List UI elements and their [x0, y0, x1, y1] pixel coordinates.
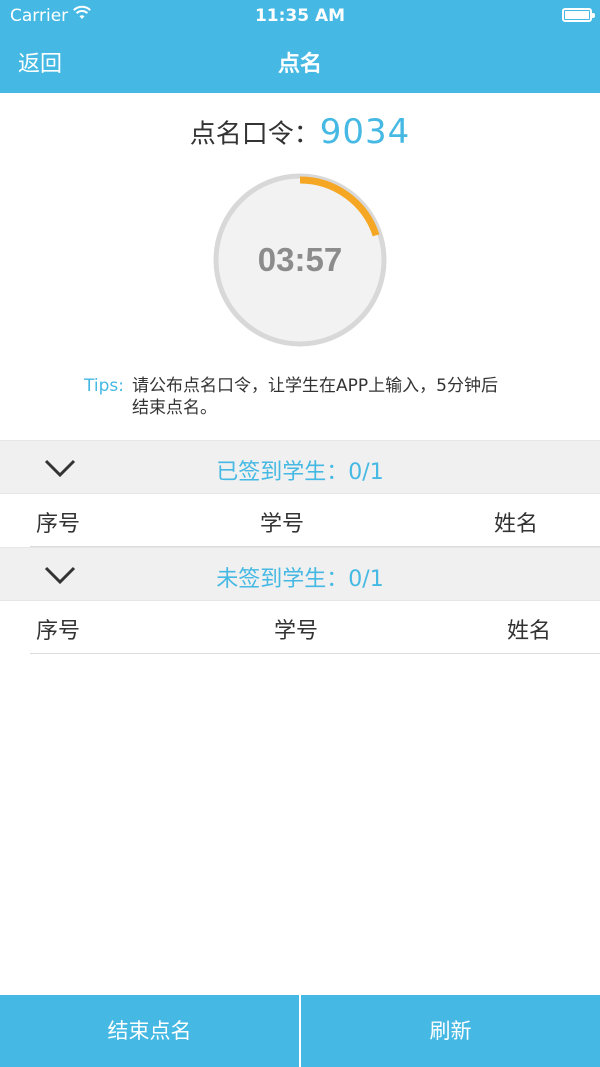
status-bar: Carrier 11:35 AM — [0, 0, 600, 32]
rollcall-code-line: 点名口令：9034 — [0, 112, 600, 152]
tips-text: 请公布点名口令，让学生在APP上输入，5分钟后结束点名。 — [132, 376, 498, 418]
column-student-id: 学号 — [260, 512, 305, 537]
timer-display: 03:57 — [257, 241, 343, 278]
tips-label: Tips: — [84, 376, 124, 396]
back-button[interactable]: 返回 — [18, 46, 62, 78]
signed-columns-header: 序号 学号 姓名 — [30, 494, 600, 547]
end-rollcall-button[interactable]: 结束点名 — [0, 995, 299, 1067]
rollcall-code-value: 9034 — [319, 112, 411, 152]
unsigned-columns-header: 序号 学号 姓名 — [30, 601, 600, 654]
unsigned-section-title: 未签到学生：0/1 — [216, 567, 384, 592]
rollcall-code-label: 点名口令： — [189, 119, 320, 150]
status-time: 11:35 AM — [254, 6, 346, 26]
chevron-down-icon — [44, 459, 76, 478]
page-title: 点名 — [277, 52, 322, 77]
chevron-down-icon — [44, 566, 76, 585]
column-student-id: 学号 — [274, 619, 319, 644]
column-name: 姓名 — [494, 512, 539, 537]
refresh-button[interactable]: 刷新 — [301, 995, 600, 1067]
signed-section-title: 已签到学生：0/1 — [216, 460, 384, 485]
battery-icon — [562, 8, 595, 22]
bottom-toolbar: 结束点名 刷新 — [0, 995, 600, 1067]
column-index: 序号 — [36, 512, 81, 537]
unsigned-section-header[interactable]: 未签到学生：0/1 — [0, 547, 600, 601]
countdown-timer: 03:57 — [213, 173, 387, 347]
nav-bar: 返回 点名 — [0, 32, 600, 93]
column-name: 姓名 — [507, 619, 552, 644]
signed-section-header[interactable]: 已签到学生：0/1 — [0, 440, 600, 494]
column-index: 序号 — [36, 619, 81, 644]
